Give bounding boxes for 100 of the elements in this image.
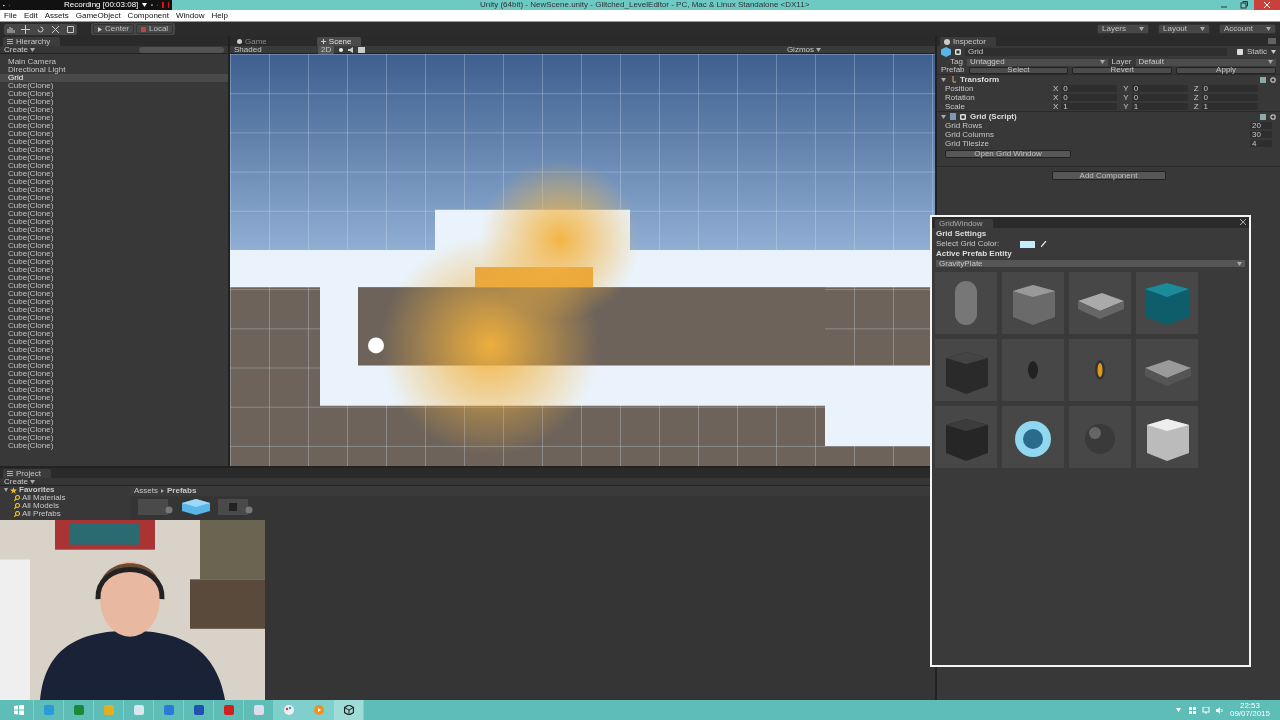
tree-item[interactable]: All Prefabs	[0, 510, 130, 518]
eyedropper-icon[interactable]	[1041, 241, 1047, 247]
breadcrumb-link[interactable]: Prefabs	[167, 487, 197, 495]
hierarchy-item[interactable]: Cube(Clone)	[0, 418, 228, 426]
menu-item[interactable]: File	[4, 11, 17, 20]
dropdown-button[interactable]: Layers	[1097, 24, 1149, 34]
hierarchy-item[interactable]: Cube(Clone)	[0, 170, 228, 178]
dropdown-button[interactable]: Account	[1219, 24, 1276, 34]
hierarchy-item[interactable]: Cube(Clone)	[0, 98, 228, 106]
input-field[interactable]: 0	[1131, 85, 1188, 92]
hierarchy-item[interactable]: Cube(Clone)	[0, 226, 228, 234]
image-icon[interactable]	[358, 46, 366, 53]
input-field[interactable]: 0	[1061, 94, 1118, 101]
prefab-dropdown[interactable]: GravityPlate	[936, 260, 1245, 267]
menu-item[interactable]: Edit	[23, 11, 38, 20]
prefab-button[interactable]	[1136, 406, 1198, 468]
menu-item[interactable]: Window	[175, 11, 205, 20]
book-icon[interactable]	[1260, 113, 1266, 120]
app-icon[interactable]	[163, 705, 174, 715]
hierarchy-item[interactable]: Cube(Clone)	[0, 330, 228, 338]
play-icon[interactable]	[313, 705, 324, 715]
cube-icon[interactable]	[182, 499, 210, 515]
input-field[interactable]: 1	[1061, 103, 1118, 110]
hierarchy-item[interactable]: Cube(Clone)	[0, 266, 228, 274]
input-field[interactable]: 0	[1061, 85, 1118, 92]
hierarchy-item[interactable]: Cube(Clone)	[0, 402, 228, 410]
input-field[interactable]: 0	[1201, 85, 1258, 92]
input-field[interactable]: 30	[1250, 131, 1272, 138]
hierarchy-item[interactable]: Cube(Clone)	[0, 386, 228, 394]
hierarchy-item[interactable]: Cube(Clone)	[0, 298, 228, 306]
hierarchy-item[interactable]: Cube(Clone)	[0, 194, 228, 202]
app-icon[interactable]	[223, 705, 234, 715]
input-field[interactable]: 20	[1250, 122, 1272, 129]
hierarchy-item[interactable]: Cube(Clone)	[0, 338, 228, 346]
space-button[interactable]: Local	[136, 24, 174, 34]
hierarchy-item[interactable]: Cube(Clone)	[0, 434, 228, 442]
tree-item[interactable]: All Materials	[0, 494, 130, 502]
scale-icon[interactable]	[51, 24, 60, 34]
palette-icon[interactable]	[283, 705, 294, 715]
prefab-button[interactable]	[1002, 272, 1064, 334]
shading-dropdown[interactable]: Shaded	[234, 45, 314, 54]
hierarchy-item[interactable]: Cube(Clone)	[0, 306, 228, 314]
tree-item[interactable]: Favorites	[0, 486, 130, 494]
hierarchy-item[interactable]: Cube(Clone)	[0, 106, 228, 114]
restore-icon[interactable]	[1239, 0, 1249, 10]
hierarchy-item[interactable]: Cube(Clone)	[0, 90, 228, 98]
book-icon[interactable]	[1260, 76, 1266, 83]
toggle-2d-button[interactable]: 2D	[318, 45, 335, 54]
hierarchy-item[interactable]: Grid	[0, 74, 228, 82]
app-icon[interactable]	[73, 705, 84, 715]
pivot-button[interactable]: Center	[93, 24, 134, 34]
input-field[interactable]: 0	[1131, 94, 1188, 101]
view-tab[interactable]: Game	[233, 37, 277, 46]
input-field[interactable]: 1	[1131, 103, 1188, 110]
hierarchy-item[interactable]: Cube(Clone)	[0, 178, 228, 186]
menu-item[interactable]: Component	[127, 11, 169, 20]
prefab-button[interactable]: Revert	[1072, 66, 1173, 74]
create-menu[interactable]: Create	[4, 477, 35, 486]
hierarchy-item[interactable]: Cube(Clone)	[0, 290, 228, 298]
search-field[interactable]	[139, 46, 224, 53]
menu-item[interactable]: GameObject	[75, 11, 121, 20]
hierarchy-item[interactable]: Cube(Clone)	[0, 234, 228, 242]
open-grid-window-button[interactable]: Open Grid Window	[945, 150, 1071, 158]
hierarchy-item[interactable]: Cube(Clone)	[0, 362, 228, 370]
gear-icon[interactable]	[1270, 76, 1276, 83]
hierarchy-item[interactable]: Cube(Clone)	[0, 378, 228, 386]
hierarchy-item[interactable]: Cube(Clone)	[0, 354, 228, 362]
checkbox[interactable]	[955, 49, 961, 55]
move-icon[interactable]	[21, 24, 30, 34]
hierarchy-item[interactable]: Cube(Clone)	[0, 322, 228, 330]
prefab-button[interactable]: Apply	[1176, 66, 1276, 74]
hierarchy-item[interactable]: Cube(Clone)	[0, 410, 228, 418]
prefab-button[interactable]: Select	[968, 66, 1069, 74]
add-component-button[interactable]: Add Component	[1051, 171, 1166, 180]
hierarchy-item[interactable]: Cube(Clone)	[0, 130, 228, 138]
hierarchy-item[interactable]: Cube(Clone)	[0, 346, 228, 354]
gear-icon[interactable]	[1270, 113, 1276, 120]
hierarchy-item[interactable]: Cube(Clone)	[0, 258, 228, 266]
checkbox[interactable]	[1237, 49, 1243, 55]
hierarchy-item[interactable]: Cube(Clone)	[0, 202, 228, 210]
hierarchy-item[interactable]: Cube(Clone)	[0, 314, 228, 322]
sun-icon[interactable]	[338, 46, 345, 53]
hierarchy-item[interactable]: Cube(Clone)	[0, 146, 228, 154]
breadcrumb-link[interactable]: Assets	[134, 487, 158, 495]
rotate-icon[interactable]	[36, 24, 45, 34]
hierarchy-item[interactable]: Cube(Clone)	[0, 122, 228, 130]
app-icon[interactable]	[193, 705, 204, 715]
input-field[interactable]: 1	[1201, 103, 1258, 110]
gizmos-dropdown[interactable]: Gizmos	[786, 45, 821, 54]
view-tab[interactable]: Scene	[316, 37, 362, 46]
hierarchy-item[interactable]: Cube(Clone)	[0, 210, 228, 218]
hierarchy-item[interactable]: Cube(Clone)	[0, 114, 228, 122]
hierarchy-item[interactable]: Cube(Clone)	[0, 138, 228, 146]
hierarchy-item[interactable]: Cube(Clone)	[0, 154, 228, 162]
input-field[interactable]: 4	[1250, 140, 1272, 147]
menu-item[interactable]: Help	[211, 11, 228, 20]
hierarchy-tab[interactable]: Hierarchy	[3, 37, 61, 46]
hierarchy-item[interactable]: Cube(Clone)	[0, 394, 228, 402]
prefab-button[interactable]	[1002, 406, 1064, 468]
inspector-tab[interactable]: Inspector	[940, 37, 996, 46]
